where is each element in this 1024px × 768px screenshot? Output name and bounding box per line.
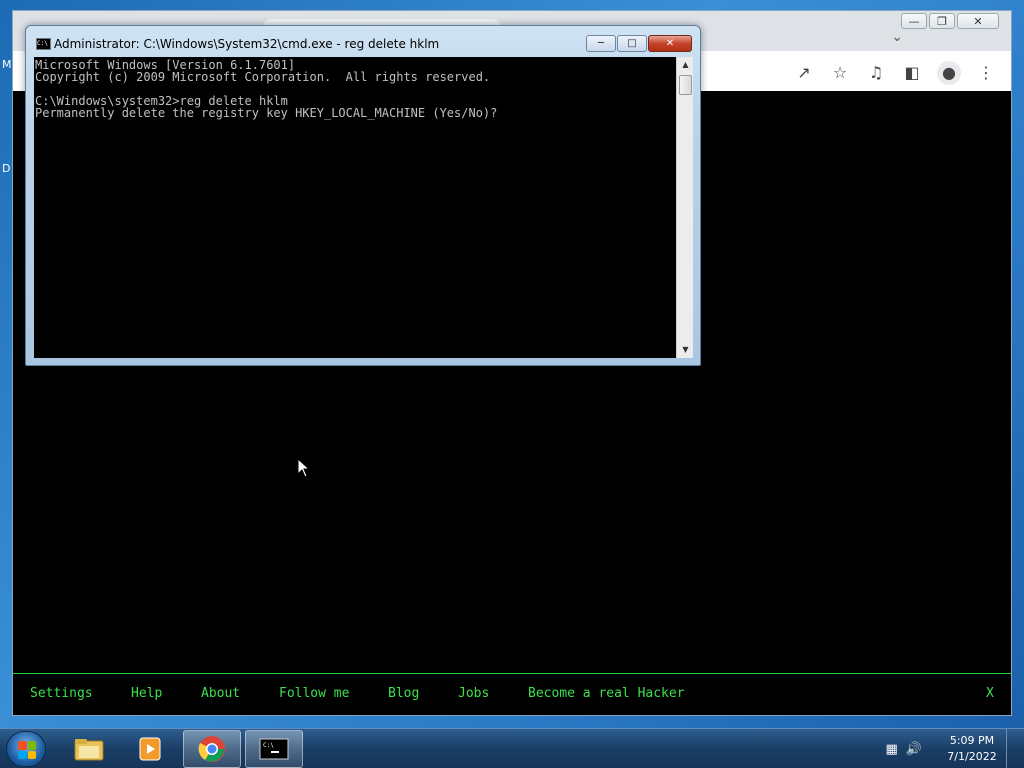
media-player-icon[interactable]: [121, 730, 179, 768]
media-icon[interactable]: ♫: [865, 63, 887, 83]
menu-item-blog[interactable]: Blog: [388, 686, 419, 701]
cmd-scrollbar[interactable]: ▲ ▼: [676, 57, 693, 358]
menu-item-about[interactable]: About: [201, 686, 240, 701]
close-button[interactable]: ✕: [957, 13, 999, 29]
cmd-console[interactable]: Microsoft Windows [Version 6.1.7601] Copy…: [34, 57, 676, 358]
console-line: Permanently delete the registry key HKEY…: [35, 106, 498, 120]
profile-icon[interactable]: ●: [937, 61, 961, 85]
show-desktop-button[interactable]: [1006, 729, 1018, 768]
clock[interactable]: 5:09 PM 7/1/2022: [942, 733, 1002, 765]
star-icon[interactable]: ☆: [829, 63, 851, 83]
scrollbar-thumb[interactable]: [679, 75, 692, 95]
menu-close-button[interactable]: X: [986, 686, 994, 701]
menu-item-become-hacker[interactable]: Become a real Hacker: [528, 686, 685, 701]
explorer-icon[interactable]: [60, 730, 118, 768]
network-icon[interactable]: ▦: [886, 742, 898, 757]
scroll-up-arrow-icon[interactable]: ▲: [677, 57, 694, 73]
tab-search-chevron-icon[interactable]: ⌄: [891, 29, 903, 45]
desktop-icon-label-m: M: [2, 58, 12, 71]
clock-date: 7/1/2022: [947, 750, 997, 763]
clock-time: 5:09 PM: [949, 734, 995, 747]
menu-item-follow-me[interactable]: Follow me: [279, 686, 349, 701]
chrome-icon[interactable]: [183, 730, 241, 768]
chrome-window-controls: — ❐ ✕: [901, 13, 999, 29]
volume-icon[interactable]: 🔊: [906, 742, 922, 757]
desktop-icon-label-d: D: [2, 162, 11, 175]
side-panel-icon[interactable]: ◧: [901, 63, 923, 83]
cmd-minimize-button[interactable]: ─: [586, 35, 616, 52]
taskbar: C:\ ▦ 🔊 5:09 PM 7/1/2022: [0, 728, 1024, 768]
menu-icon[interactable]: ⋮: [975, 63, 997, 83]
system-tray: ▦ 🔊 5:09 PM 7/1/2022: [886, 729, 1018, 768]
console-line: Copyright (c) 2009 Microsoft Corporation…: [35, 70, 491, 84]
menu-item-settings[interactable]: Settings: [30, 686, 93, 701]
cmd-window-controls: ─ □ ✕: [586, 35, 692, 52]
menu-item-jobs[interactable]: Jobs: [458, 686, 489, 701]
cmd-icon: C:\: [36, 38, 51, 50]
svg-text:C:\: C:\: [263, 742, 274, 749]
windows-logo-icon: [18, 741, 36, 759]
menu-item-help[interactable]: Help: [131, 686, 162, 701]
start-button[interactable]: [6, 731, 46, 767]
cmd-window-title: Administrator: C:\Windows\System32\cmd.e…: [54, 37, 440, 51]
minimize-button[interactable]: —: [901, 13, 927, 29]
maximize-button[interactable]: ❐: [929, 13, 955, 29]
cmd-maximize-button[interactable]: □: [617, 35, 647, 52]
share-icon[interactable]: ↗: [793, 63, 815, 83]
hacker-menu-bar: Settings Help About Follow me Blog Jobs …: [13, 673, 1011, 715]
mouse-cursor-icon: [297, 458, 311, 478]
scroll-down-arrow-icon[interactable]: ▼: [677, 342, 694, 358]
cmd-window: C:\ Administrator: C:\Windows\System32\c…: [25, 25, 701, 366]
cmd-icon[interactable]: C:\: [245, 730, 303, 768]
cmd-close-button[interactable]: ✕: [648, 35, 692, 52]
